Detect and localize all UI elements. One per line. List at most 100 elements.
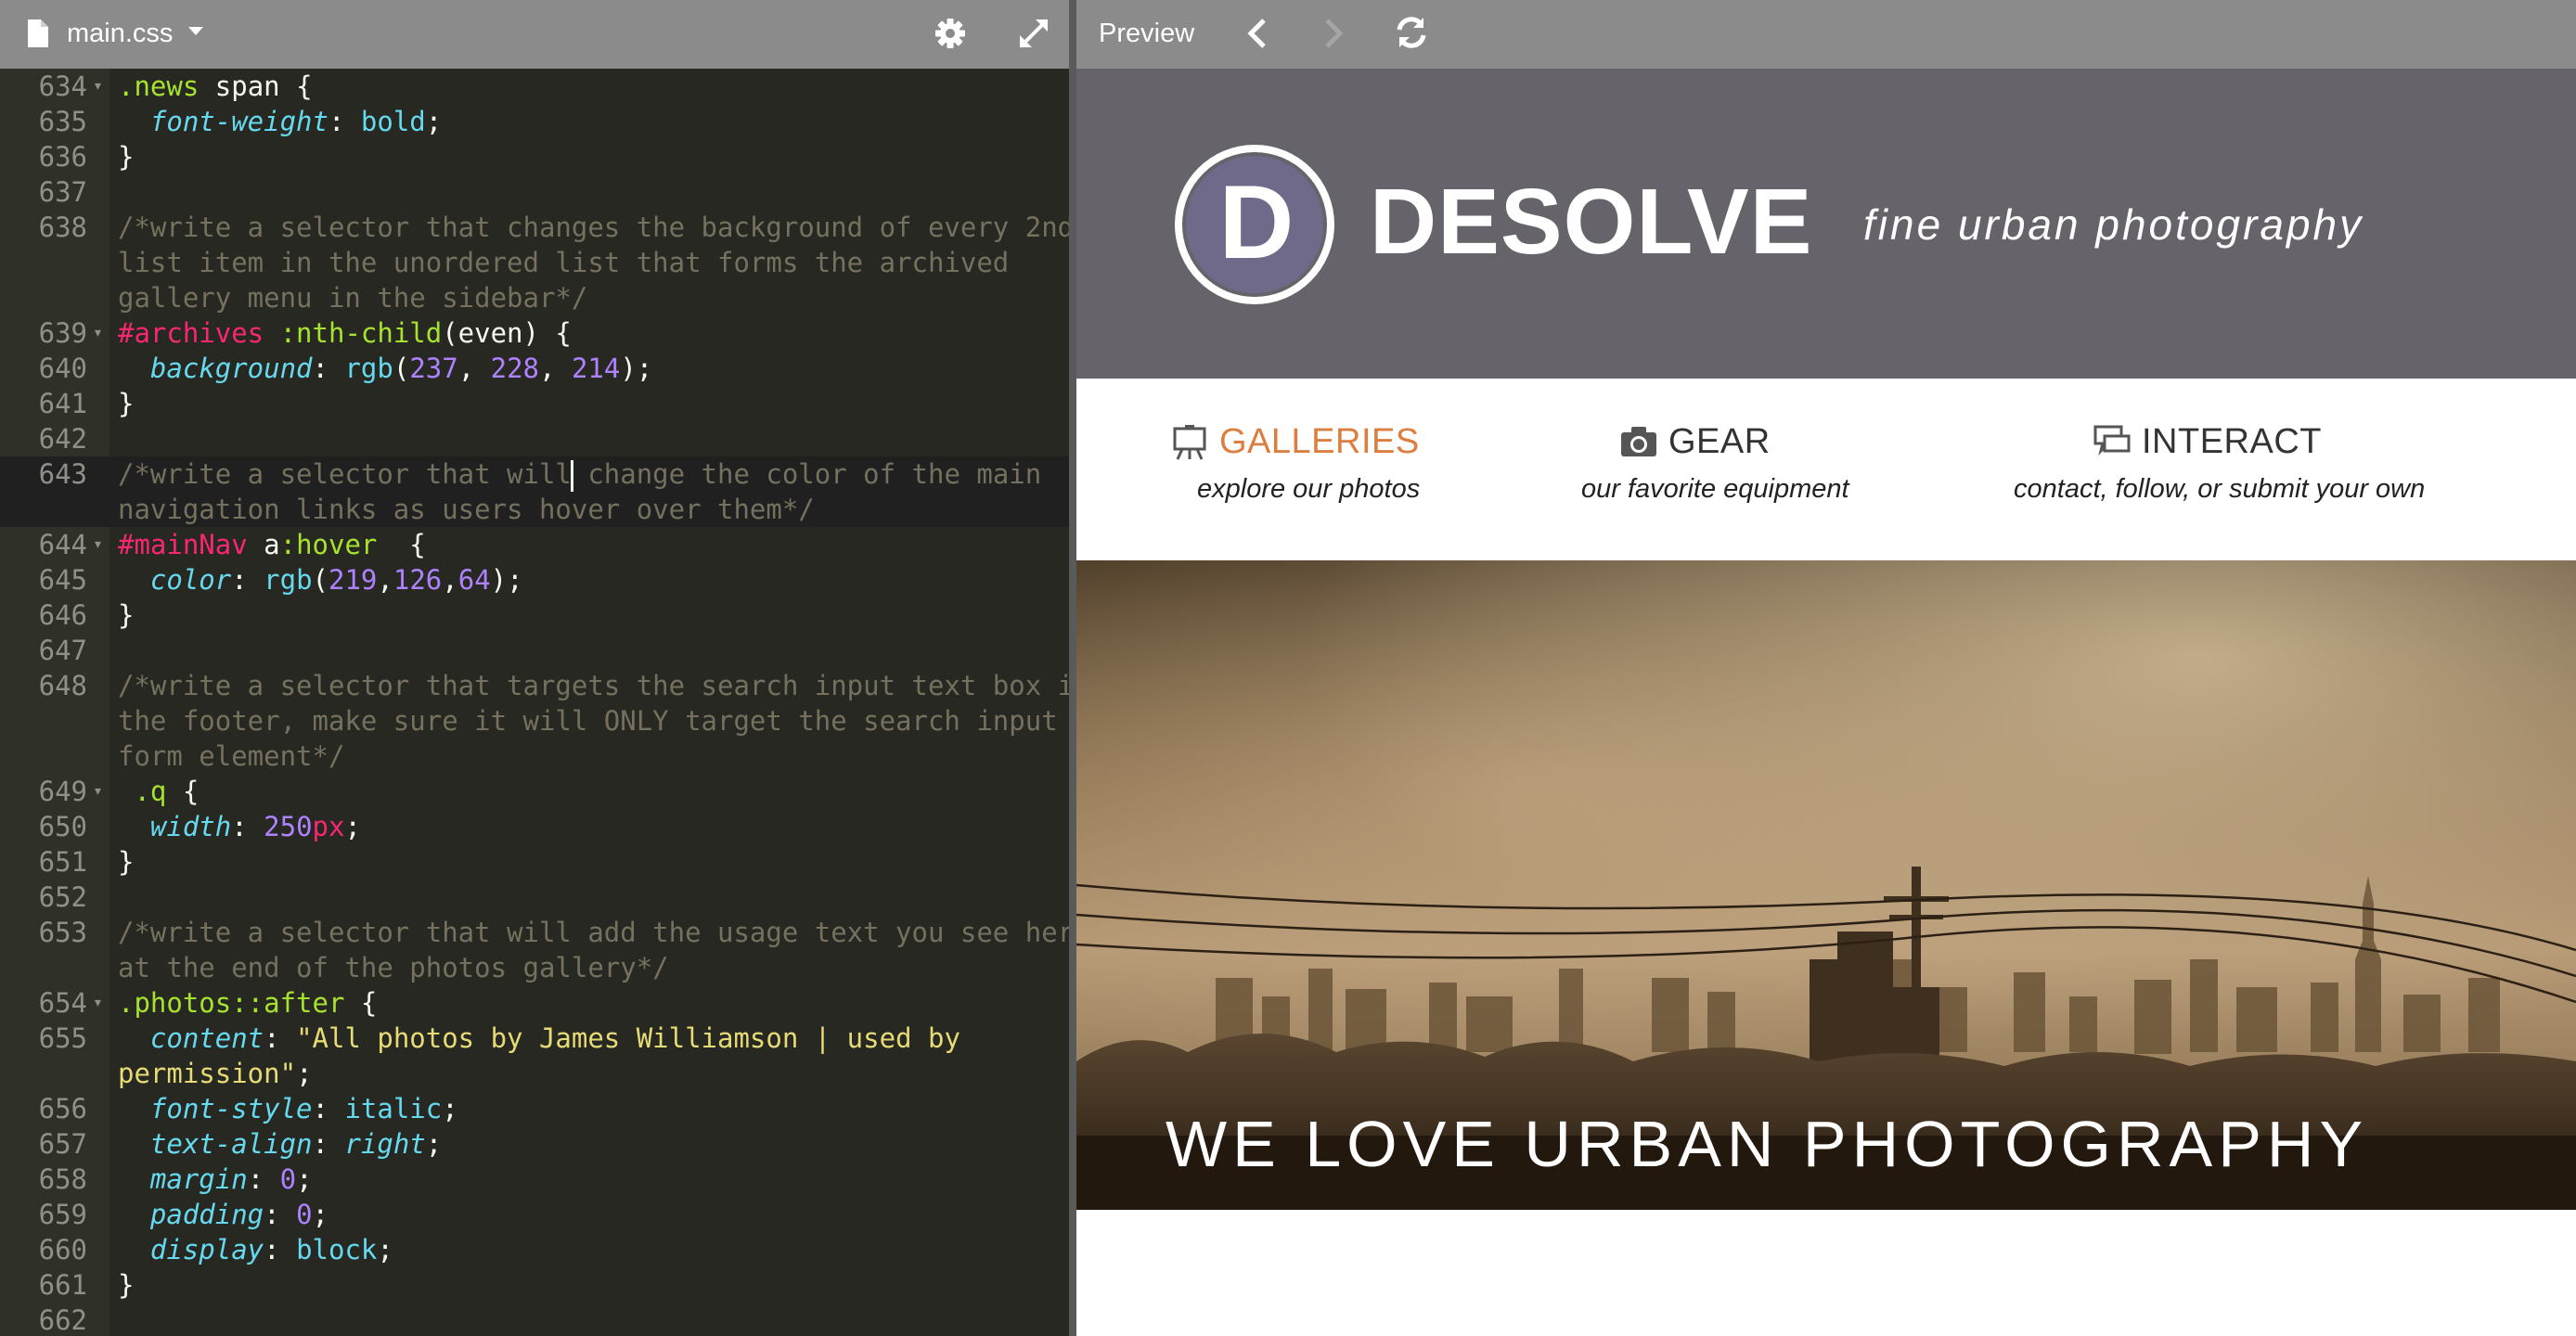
fold-toggle-icon[interactable]: ▾ — [93, 527, 103, 562]
code-line[interactable]: 641} — [0, 386, 1069, 421]
code-token: : — [312, 1093, 345, 1124]
code-token: navigation links as users hover over the… — [118, 494, 815, 525]
code-token: : — [247, 1163, 280, 1195]
code-line[interactable]: 638 /*write a selector that changes the b… — [0, 210, 1069, 245]
nav-title-galleries[interactable]: GALLERIES — [1219, 419, 1420, 464]
code-line[interactable]: 660 display: block; — [0, 1232, 1069, 1267]
code-line[interactable]: 657 text-align: right; — [0, 1126, 1069, 1162]
code-line[interactable]: 635 font-weight: bold; — [0, 104, 1069, 139]
code-line[interactable]: 634 ▾ .news span { — [0, 69, 1069, 104]
nav-title-interact[interactable]: INTERACT — [2142, 419, 2322, 464]
code-token: padding — [149, 1199, 264, 1230]
code-line[interactable]: 639 ▾ #archives :nth-child(even) { — [0, 315, 1069, 351]
code-token: width — [149, 811, 232, 842]
line-number: 645 — [38, 564, 87, 596]
code-line[interactable]: form element*/ — [0, 739, 1069, 774]
code-text: #mainNav a:hover { — [118, 527, 426, 562]
nav-title-gear[interactable]: GEAR — [1668, 419, 1771, 464]
code-line[interactable]: 661} — [0, 1267, 1069, 1303]
code-token: : — [328, 106, 361, 137]
code-token: } — [118, 599, 135, 631]
code-line[interactable]: permission"; — [0, 1056, 1069, 1091]
line-number: 637 — [38, 176, 87, 208]
nav-item-interact[interactable]: INTERACT contact, follow, or submit your… — [2014, 419, 2425, 507]
code-editor-pane: main.css 634 ▾ .news span {635 font-wei… — [0, 0, 1069, 1336]
code-token: : — [264, 1022, 297, 1054]
code-token: at the end of the photos gallery*/ — [118, 952, 669, 983]
code-line[interactable]: 649 ▾ .q { — [0, 774, 1069, 809]
site-brand-name[interactable]: DESOLVE — [1370, 161, 1812, 282]
fold-toggle-icon[interactable]: ▾ — [93, 774, 103, 809]
code-text: color: rgb(219,126,64); — [118, 562, 523, 597]
code-text-area[interactable]: 634 ▾ .news span {635 font-weight: bold; 63… — [0, 69, 1069, 1336]
nav-item-gear[interactable]: GEAR our favorite equipment — [1581, 419, 1849, 507]
code-line[interactable]: 656 font-style: italic; — [0, 1091, 1069, 1126]
file-name-tab[interactable]: main.css — [67, 17, 173, 50]
code-token: .photos::after — [118, 987, 345, 1019]
code-text: form element*/ — [118, 739, 344, 774]
code-line[interactable]: 647 — [0, 633, 1069, 668]
chat-bubbles-icon — [2093, 425, 2131, 456]
code-line[interactable]: 658 margin: 0; — [0, 1162, 1069, 1197]
code-line[interactable]: 636} — [0, 139, 1069, 174]
code-text: permission"; — [118, 1056, 313, 1091]
chevron-left-icon[interactable] — [1240, 15, 1277, 52]
code-line[interactable]: 659 padding: 0; — [0, 1197, 1069, 1232]
code-text: display: block; — [118, 1232, 393, 1267]
code-line[interactable]: 642 — [0, 421, 1069, 456]
pane-splitter[interactable] — [1069, 0, 1076, 1336]
code-text: background: rgb(237, 228, 214); — [118, 351, 652, 386]
code-line[interactable]: 643 /*write a selector that will change t… — [0, 456, 1069, 492]
code-line[interactable]: 650 width: 250px; — [0, 809, 1069, 844]
code-line[interactable]: 652 — [0, 880, 1069, 915]
gear-icon[interactable] — [932, 15, 969, 52]
code-line[interactable]: 645 color: rgb(219,126,64); — [0, 562, 1069, 597]
code-token: #archives — [118, 317, 264, 349]
code-text: /*write a selector that will change the … — [118, 456, 1041, 492]
code-token: list item in the unordered list that for… — [118, 247, 1010, 278]
code-line[interactable]: list item in the unordered list that for… — [0, 245, 1069, 280]
site-logo[interactable]: D — [1171, 141, 1338, 308]
code-token: a — [247, 529, 280, 560]
chevron-right-icon[interactable] — [1314, 15, 1351, 52]
code-line[interactable]: 648 /*write a selector that targets the s… — [0, 668, 1069, 703]
ide-window: main.css 634 ▾ .news span {635 font-wei… — [0, 0, 2576, 1336]
fold-toggle-icon[interactable]: ▾ — [93, 985, 103, 1021]
code-token: { — [166, 776, 200, 807]
code-token: : — [231, 811, 264, 842]
line-number: 646 — [38, 599, 87, 631]
nav-item-galleries[interactable]: GALLERIES explore our photos — [1169, 419, 1420, 507]
code-line[interactable]: 653 /*write a selector that will add the … — [0, 915, 1069, 950]
code-line[interactable]: 646} — [0, 597, 1069, 633]
code-line[interactable]: 655 content: "All photos by James Willia… — [0, 1021, 1069, 1056]
code-line[interactable]: gallery menu in the sidebar*/ — [0, 280, 1069, 315]
code-token: } — [118, 141, 135, 173]
code-line[interactable]: 637 — [0, 174, 1069, 210]
code-line[interactable]: 662 — [0, 1303, 1069, 1336]
code-line[interactable]: the footer, make sure it will ONLY targe… — [0, 703, 1069, 739]
code-line[interactable]: 644 ▾ #mainNav a:hover { — [0, 527, 1069, 562]
code-token: content — [149, 1022, 264, 1054]
code-line[interactable]: 654 ▾ .photos::after { — [0, 985, 1069, 1021]
code-token: span — [199, 71, 280, 102]
code-token: font-weight — [149, 106, 328, 137]
site-main-nav: GALLERIES explore our photos GEAR our fa… — [1076, 379, 2576, 560]
fold-toggle-icon[interactable]: ▾ — [93, 69, 103, 104]
caret-down-icon[interactable] — [186, 20, 206, 41]
code-line[interactable]: at the end of the photos gallery*/ — [0, 950, 1069, 985]
line-number: 654 — [38, 987, 87, 1019]
line-number: 643 — [38, 458, 87, 490]
code-line[interactable]: 640 background: rgb(237, 228, 214); — [0, 351, 1069, 386]
code-line[interactable]: navigation links as users hover over the… — [0, 492, 1069, 527]
line-number: 647 — [38, 635, 87, 666]
refresh-icon[interactable] — [1392, 13, 1431, 52]
expand-icon[interactable] — [1015, 15, 1052, 52]
line-number: 661 — [38, 1269, 87, 1301]
fold-toggle-icon[interactable]: ▾ — [93, 315, 103, 351]
code-line[interactable]: 651} — [0, 844, 1069, 880]
code-text: width: 250px; — [118, 809, 361, 844]
